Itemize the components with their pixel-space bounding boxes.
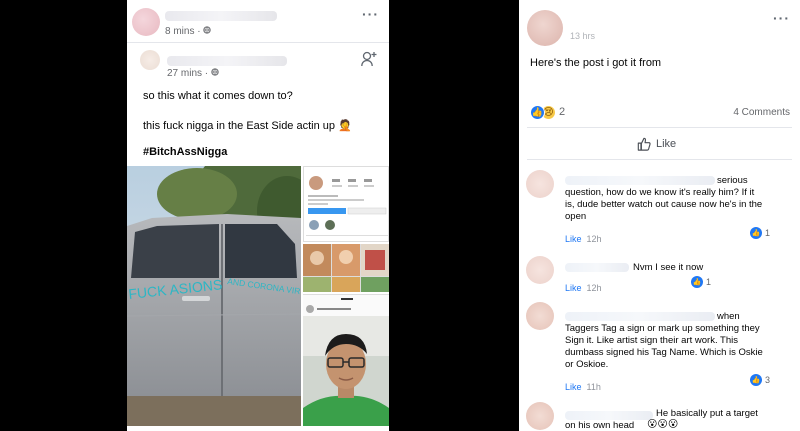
- comment-text: Nvm I see it now: [633, 262, 704, 273]
- shocked-emoji-row: 😮😮😮: [647, 419, 679, 430]
- commenter-avatar[interactable]: [526, 302, 554, 330]
- avatar[interactable]: [140, 50, 160, 70]
- comment-reactions[interactable]: 👍 3: [750, 374, 770, 386]
- right-post-panel: 13 hrs ··· Here's the post i got it from…: [519, 0, 800, 431]
- person-portrait: [303, 316, 389, 426]
- post-time[interactable]: 13 hrs: [570, 31, 595, 41]
- profile-preview: [306, 176, 388, 236]
- comment-text: serious question, how do we know it's re…: [565, 175, 763, 222]
- photo-grid-thumbs: [303, 244, 389, 292]
- car-illustration: FUCK ASIONS AND CORONA VIRUS: [127, 166, 301, 426]
- comment-reaction-count: 1: [765, 228, 771, 238]
- selfie-photo[interactable]: [303, 316, 389, 426]
- post-meta: 27 mins ·: [167, 68, 219, 79]
- comment-like-link[interactable]: Like 12h: [565, 283, 602, 293]
- divider: [527, 127, 792, 128]
- post-text-line: so this what it comes down to?: [143, 90, 293, 102]
- comment-like-link[interactable]: Like 11h: [565, 382, 601, 392]
- divider: [127, 42, 389, 43]
- post-meta: 8 mins ·: [165, 26, 212, 37]
- comment-like-label[interactable]: Like: [565, 382, 582, 392]
- comment-time[interactable]: 11h: [587, 382, 601, 392]
- add-friend-icon[interactable]: [361, 50, 377, 68]
- instagram-post-header: [303, 294, 389, 316]
- post-text-line: this fuck nigga in the East Side actin u…: [143, 120, 352, 132]
- blurred-author-name[interactable]: [165, 11, 277, 21]
- reaction-summary[interactable]: 👍 😢 2: [530, 104, 565, 120]
- like-reaction-icon: 👍: [530, 104, 545, 120]
- instagram-profile-screenshot[interactable]: [303, 166, 389, 242]
- comment-count-link[interactable]: 4 Comments: [733, 107, 790, 118]
- commenter-avatar[interactable]: [526, 256, 554, 284]
- commenter-avatar[interactable]: [526, 402, 554, 430]
- post-header-graphic: [306, 298, 353, 313]
- comment-like-label[interactable]: Like: [565, 234, 582, 244]
- comment-time[interactable]: 12h: [587, 283, 602, 293]
- photo-grid[interactable]: [303, 244, 389, 292]
- more-options-icon[interactable]: ···: [362, 6, 379, 22]
- post-text: Here's the post i got it from: [530, 57, 662, 69]
- like-button[interactable]: Like: [637, 137, 676, 151]
- avatar[interactable]: [527, 10, 563, 46]
- public-globe-icon: [211, 68, 219, 76]
- like-reaction-icon: 👍: [750, 374, 762, 386]
- comment-reactions[interactable]: 👍 1: [691, 276, 711, 288]
- thumbs-up-icon: [637, 137, 651, 151]
- like-reaction-icon: 👍: [750, 227, 762, 239]
- comment-like-label[interactable]: Like: [565, 283, 582, 293]
- hashtag-link[interactable]: #BitchAssNigga: [143, 146, 227, 158]
- comment-like-link[interactable]: Like 12h: [565, 234, 602, 244]
- like-reaction-icon: 👍: [691, 276, 703, 288]
- comment-reaction-count: 1: [706, 277, 712, 287]
- post-time[interactable]: 8 mins: [165, 26, 194, 37]
- more-options-icon[interactable]: ···: [773, 10, 790, 26]
- blurred-author-name[interactable]: [167, 56, 287, 66]
- comment-time[interactable]: 12h: [587, 234, 602, 244]
- divider: [527, 159, 792, 160]
- left-post-panel: 8 mins · ··· 27 mins · so this what it c…: [127, 0, 389, 431]
- blurred-commenter-name[interactable]: [565, 263, 629, 272]
- commenter-avatar[interactable]: [526, 170, 554, 198]
- reaction-count: 2: [559, 106, 566, 118]
- like-button-label: Like: [656, 138, 677, 150]
- comment-text: when Taggers Tag a sign or mark up somet…: [565, 311, 763, 370]
- post-time[interactable]: 27 mins: [167, 68, 202, 79]
- car-graffiti-photo[interactable]: FUCK ASIONS AND CORONA VIRUS: [127, 166, 301, 426]
- comment-reaction-count: 3: [765, 375, 771, 385]
- avatar[interactable]: [132, 8, 160, 36]
- comment-reactions[interactable]: 👍 1: [750, 227, 770, 239]
- public-globe-icon: [203, 26, 212, 34]
